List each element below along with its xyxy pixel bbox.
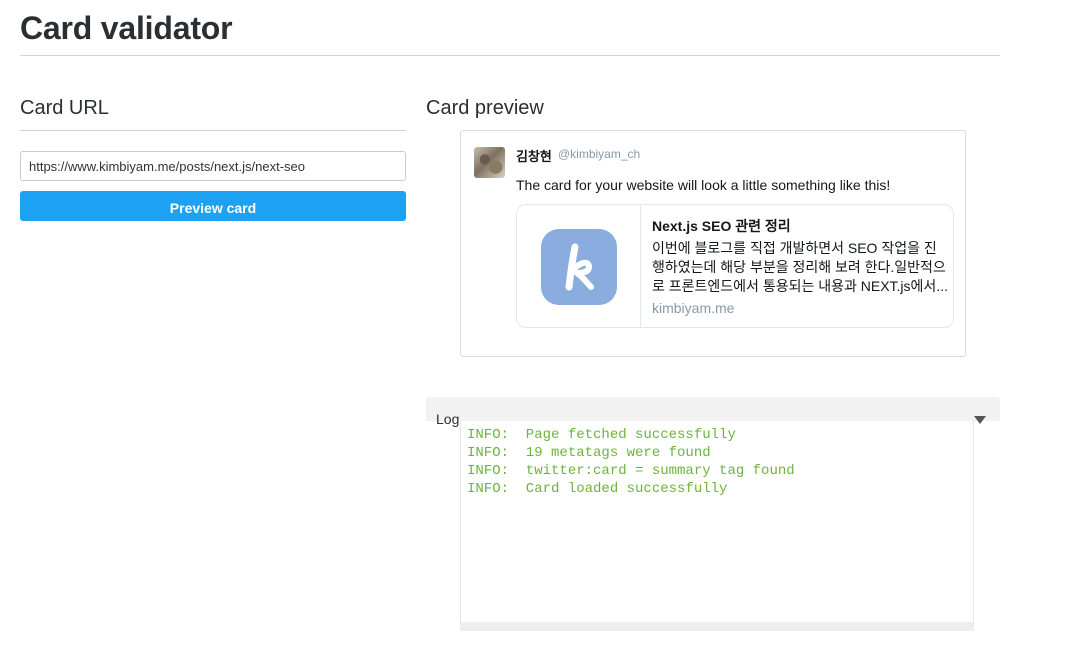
card-domain: kimbiyam.me: [652, 300, 735, 316]
log-line: INFO: Card loaded successfully: [467, 481, 728, 497]
card-description: 이번에 블로그를 직접 개발하면서 SEO 작업을 진행하였는데 해당 부분을 …: [652, 240, 948, 294]
tweet-preview: 김창현 @kimbiyam_ch The card for your websi…: [460, 130, 966, 357]
triangle-down-icon[interactable]: [974, 416, 986, 424]
card-url-input[interactable]: [20, 151, 406, 181]
summary-card[interactable]: Next.js SEO 관련 정리 이번에 블로그를 직접 개발하면서 SEO …: [516, 204, 954, 328]
card-title: Next.js SEO 관련 정리: [652, 218, 791, 234]
tweet-text: The card for your website will look a li…: [516, 177, 891, 193]
card-url-heading: Card URL: [20, 97, 109, 119]
log-label: Log: [436, 411, 460, 427]
avatar[interactable]: [474, 147, 505, 178]
card-body: Next.js SEO 관련 정리 이번에 블로그를 직접 개발하면서 SEO …: [652, 217, 948, 317]
user-name[interactable]: 김창현: [516, 146, 552, 165]
log-header[interactable]: Log: [426, 397, 1000, 427]
card-url-divider: [20, 130, 406, 131]
user-handle[interactable]: @kimbiyam_ch: [558, 147, 640, 161]
title-divider: [20, 55, 1000, 56]
page-title: Card validator: [20, 10, 233, 46]
log-line: INFO: 19 metatags were found: [467, 445, 711, 461]
card-preview-heading: Card preview: [426, 97, 544, 119]
site-logo-icon: [540, 229, 617, 305]
preview-card-button[interactable]: Preview card: [20, 191, 406, 221]
log-line: INFO: twitter:card = summary tag found: [467, 463, 795, 479]
log-output: INFO: Page fetched successfully INFO: 19…: [460, 421, 974, 631]
log-line: INFO: Page fetched successfully: [467, 427, 736, 443]
k-letter-icon: [565, 243, 594, 291]
card-thumbnail: [517, 205, 641, 327]
